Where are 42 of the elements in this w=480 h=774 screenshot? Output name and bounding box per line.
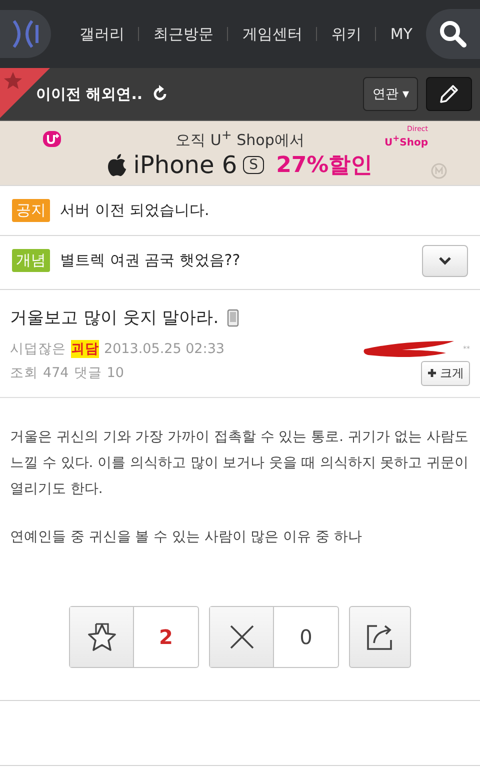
discount-text: 27%할인	[276, 152, 373, 180]
notice-link[interactable]: 별트렉 여권 곰국 햇었음??	[60, 251, 240, 270]
post-title: 거울보고 많이 웃지 말아라.	[10, 307, 219, 329]
notice-tag: 공지	[12, 199, 50, 222]
comments-label: 댓글	[74, 364, 102, 382]
recommend-count: 2	[158, 624, 174, 651]
post-paragraph: 거울은 귀신의 기와 가장 가까이 접촉할 수 있는 통로. 귀기가 없는 사람도 느낄 수 있다. 이를 의식하고 많이 보거나 웃을 때 의식하지 못하고 귀문이 열리기도 한다.	[10, 428, 470, 499]
views-count: 474	[43, 365, 69, 381]
related-dropdown-button[interactable]: 연관 ▾	[363, 77, 418, 111]
nav-link[interactable]: MY	[376, 25, 426, 43]
expand-button[interactable]	[422, 244, 468, 276]
write-pencil-icon[interactable]	[426, 77, 472, 111]
circle-logo-icon	[431, 163, 447, 179]
nav-link[interactable]: 갤러리	[65, 24, 138, 44]
nav-link[interactable]: 게임센터	[228, 24, 316, 44]
oppose-button[interactable]	[210, 607, 274, 667]
comments-count: 10	[106, 365, 124, 381]
nav-link[interactable]: 위키	[317, 24, 376, 44]
brand-logo-icon	[42, 130, 62, 148]
product-name: iPhone 6	[133, 150, 238, 178]
font-size-button[interactable]: 크게	[421, 360, 470, 386]
logo-icon[interactable]	[0, 10, 52, 58]
category-prefix: 시덥잖은	[10, 340, 66, 358]
ad-headline: 오직 U$^{+}$ Shop에서	[176, 126, 304, 150]
chevron-down-icon	[438, 256, 452, 266]
post-date: 2013.05.25 02:33	[104, 341, 224, 357]
category-label: 괴담	[71, 340, 99, 358]
close-icon	[228, 623, 256, 651]
gallery-title[interactable]: 이이전 해외연..	[36, 84, 143, 104]
notice-tag: 개념	[12, 249, 50, 272]
notice-link[interactable]: 서버 이전 되었습니다.	[60, 201, 210, 220]
model-badge: S	[243, 156, 264, 174]
search-icon[interactable]	[426, 9, 480, 59]
oppose-count: 0	[298, 624, 314, 651]
nav-link[interactable]: 최근방문	[139, 24, 228, 44]
plus-icon	[427, 368, 437, 378]
recommend-button[interactable]	[70, 607, 134, 667]
brand-name: U$^{+}$Shop	[384, 133, 428, 148]
post-paragraph: 연예인들 중 귀신을 볼 수 있는 사람이 많은 이유 중 하나	[10, 528, 363, 547]
apple-logo-icon	[107, 152, 128, 176]
share-icon[interactable]	[349, 606, 411, 668]
views-label: 조회	[10, 364, 38, 382]
